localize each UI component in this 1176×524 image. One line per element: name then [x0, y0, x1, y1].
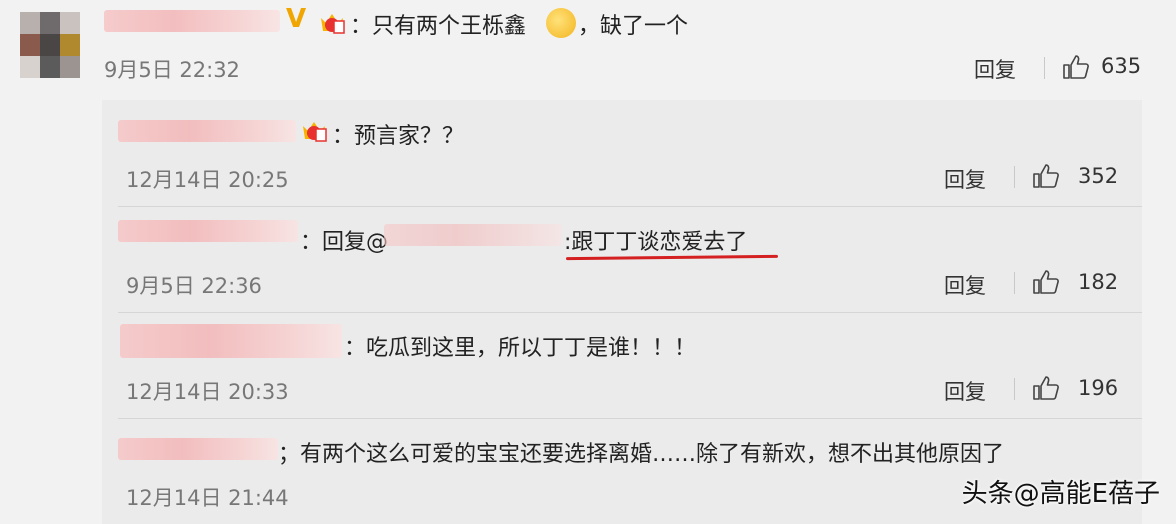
highlighted-text: :跟丁丁谈恋爱去了 [564, 230, 748, 255]
comment-text-tail: ，缺了一个 [578, 14, 689, 39]
reply-text: ：回复@ [300, 230, 389, 255]
watermark: 头条@高能E蓓子 [961, 479, 1160, 509]
reply-date: 12月14日 20:25 [126, 168, 289, 192]
verified-v-icon: V [286, 4, 307, 34]
blurred-username[interactable] [118, 220, 298, 242]
reply-list: ：预言家？？ 12月14日 20:25 回复 352 ：回复@ :跟丁丁谈恋爱去… [102, 100, 1142, 524]
reply-date: 12月14日 20:33 [126, 380, 289, 404]
crown-badge-icon [321, 14, 345, 34]
reply-text: ：预言家？？ [332, 124, 465, 149]
avatar[interactable] [20, 12, 80, 78]
reply-text: ：吃瓜到这里，所以丁丁是谁！！！ [344, 336, 697, 361]
reply-button[interactable]: 回复 [944, 376, 986, 406]
reply-text: ；有两个这么可爱的宝宝还要选择离婚……除了有新欢，想不出其他原因了 [278, 442, 1005, 467]
like-count: 352 [1078, 164, 1119, 188]
blurred-username[interactable] [118, 438, 278, 460]
crown-badge-icon [303, 122, 327, 142]
thumbs-up-icon[interactable] [1062, 54, 1090, 80]
separator [1014, 166, 1015, 188]
thumbs-up-icon[interactable] [1032, 163, 1060, 189]
blurred-mention[interactable] [384, 224, 562, 246]
list-item: ：回复@ :跟丁丁谈恋爱去了 9月5日 22:36 回复 182 [102, 206, 1142, 312]
reply-date: 12月14日 21:44 [126, 486, 289, 510]
thumbs-up-icon[interactable] [1032, 375, 1060, 401]
reply-button[interactable]: 回复 [944, 270, 986, 300]
separator [1014, 272, 1015, 294]
reply-date: 9月5日 22:36 [126, 274, 262, 298]
list-item: ：吃瓜到这里，所以丁丁是谁！！！ 12月14日 20:33 回复 196 [102, 312, 1142, 418]
doge-emoji-icon [546, 8, 576, 38]
comment-date: 9月5日 22:32 [104, 58, 240, 82]
list-item: ：预言家？？ 12月14日 20:25 回复 352 [102, 100, 1142, 206]
reply-button[interactable]: 回复 [974, 54, 1016, 84]
thumbs-up-icon[interactable] [1032, 269, 1060, 295]
separator [1014, 378, 1015, 400]
blurred-username[interactable] [120, 324, 342, 358]
blurred-username[interactable] [118, 120, 296, 142]
like-count: 635 [1101, 54, 1142, 78]
main-comment: V ：只有两个王栎鑫 ，缺了一个 9月5日 22:32 回复 635 [0, 0, 1176, 100]
separator [1044, 57, 1045, 79]
like-count: 182 [1078, 270, 1119, 294]
comment-text: ：只有两个王栎鑫 [350, 14, 527, 39]
reply-button[interactable]: 回复 [944, 164, 986, 194]
like-count: 196 [1078, 376, 1119, 400]
blurred-username[interactable] [104, 10, 280, 32]
